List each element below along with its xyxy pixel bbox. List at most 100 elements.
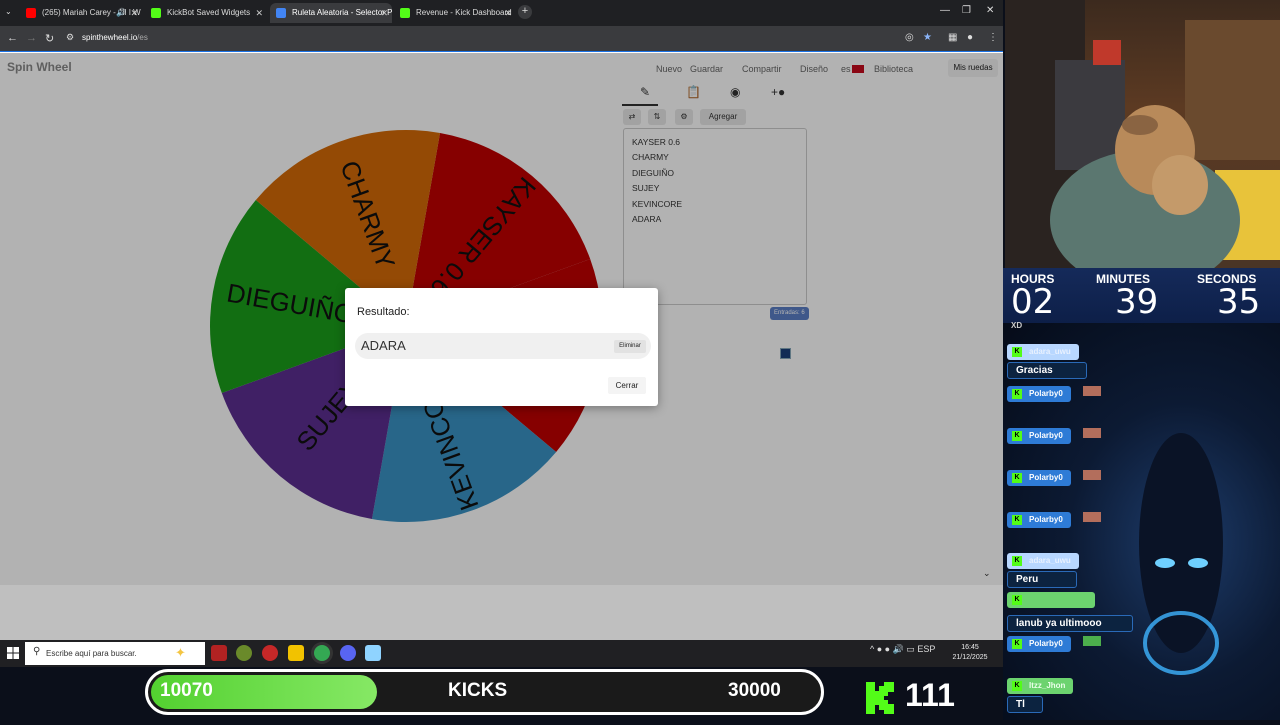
- browser-window: ⌄ (265) Mariah Carey - All I W 🔊 ✕ KickB…: [0, 0, 1003, 640]
- tab-title: Revenue - Kick Dashboard: [416, 8, 512, 17]
- url-field[interactable]: spinthewheel.io/es: [82, 33, 148, 42]
- eye-off-icon[interactable]: ◎: [905, 32, 914, 43]
- url-path: /es: [137, 33, 148, 42]
- kick-icon: K: [1012, 389, 1022, 399]
- chat-message: K Polarby0: [1007, 509, 1102, 528]
- tab-search-icon[interactable]: ⌄: [5, 7, 12, 16]
- windows-taskbar: ⚲ Escribe aquí para buscar. ✦ ^ ● ● 🔊 ▭ …: [0, 640, 1003, 667]
- address-bar: ← → ↻ ⚙ spinthewheel.io/es ◎ ★ ▦ ● ⋮: [0, 26, 1003, 52]
- forward-icon[interactable]: →: [26, 32, 37, 44]
- tab-youtube[interactable]: (265) Mariah Carey - All I W 🔊 ✕: [20, 3, 142, 23]
- chat-message: K Polarby0: [1007, 383, 1102, 402]
- restore-icon[interactable]: ❐: [962, 5, 971, 16]
- cerrar-button[interactable]: Cerrar: [608, 377, 646, 394]
- result-value: ADARA: [361, 338, 406, 353]
- emote-icon: [1083, 470, 1102, 480]
- kick-icon: [400, 8, 410, 18]
- star-icon[interactable]: ★: [923, 32, 932, 43]
- clock-time: 16:45: [961, 644, 979, 651]
- tab-title: Ruleta Aleatoria - Selector Pers: [292, 8, 392, 17]
- tab-kickbot[interactable]: KickBot Saved Widgets ✕: [145, 3, 267, 23]
- search-icon: ⚲: [33, 646, 41, 657]
- kick-icon: K: [1012, 347, 1022, 357]
- chat-text: Peru: [1007, 571, 1077, 588]
- kick-icon: K: [1012, 515, 1022, 525]
- kick-icon: K: [1012, 595, 1022, 605]
- close-window-icon[interactable]: ✕: [986, 5, 994, 16]
- kick-icon: K: [1012, 639, 1022, 649]
- chat-username[interactable]: K Polarby0: [1007, 470, 1071, 486]
- hours-value: 02: [1011, 282, 1055, 322]
- close-icon[interactable]: ✕: [380, 3, 388, 23]
- chat-message: K Polarby0: [1007, 425, 1102, 444]
- menu-icon[interactable]: ⋮: [988, 32, 998, 43]
- chat-message: K Polarby0: [1007, 467, 1102, 486]
- discord-icon[interactable]: [340, 645, 356, 661]
- kick-icon: K: [1012, 556, 1022, 566]
- new-tab-button[interactable]: +: [518, 5, 532, 19]
- username-text: Polarby0: [1029, 473, 1063, 482]
- site-info-icon[interactable]: ⚙: [66, 32, 74, 43]
- chat-text: Gracias: [1007, 362, 1087, 379]
- wheel-favicon-icon: [276, 8, 286, 18]
- eliminar-button[interactable]: Eliminar: [614, 340, 646, 353]
- obs-icon[interactable]: [262, 645, 278, 661]
- youtube-icon: [26, 8, 36, 18]
- dialog-title: Resultado:: [357, 306, 410, 318]
- countdown-timer: HOURS 02 MINUTES 39 SECONDS 35: [1003, 268, 1280, 323]
- kick-follower-count: 111: [905, 677, 955, 713]
- tab-kick-dashboard[interactable]: Revenue - Kick Dashboard ✕: [394, 3, 516, 23]
- url-host: spinthewheel.io: [82, 33, 138, 42]
- close-icon[interactable]: ✕: [504, 3, 512, 23]
- file-explorer-icon[interactable]: [288, 645, 304, 661]
- system-tray[interactable]: ^ ● ● 🔊 ▭ ESP: [870, 644, 935, 655]
- app-icon[interactable]: [211, 645, 227, 661]
- chat-message: K Itzz_Jhon Tl: [1007, 675, 1074, 713]
- app-icon[interactable]: [236, 645, 252, 661]
- taskbar-search-box[interactable]: ⚲ Escribe aquí para buscar. ✦: [25, 642, 205, 665]
- language-indicator[interactable]: ESP: [917, 644, 935, 654]
- minimize-icon[interactable]: —: [940, 5, 950, 16]
- chat-text: lanub ya ultimooo: [1007, 615, 1133, 632]
- kick-icon: K: [1012, 473, 1022, 483]
- chat-username[interactable]: K Polarby0: [1007, 428, 1071, 444]
- page-bottom-area: [0, 585, 1003, 640]
- close-icon[interactable]: ✕: [130, 3, 138, 23]
- result-row: ADARA Eliminar: [355, 333, 651, 359]
- minutes-value: 39: [1115, 282, 1159, 322]
- chat-username[interactable]: K Polarby0: [1007, 386, 1071, 402]
- profile-icon[interactable]: ●: [967, 32, 973, 43]
- chat-message: XD: [1007, 319, 1026, 330]
- chat-username[interactable]: K Polarby0: [1007, 636, 1071, 652]
- chat-text: XD: [1011, 321, 1023, 330]
- tab-ruleta[interactable]: Ruleta Aleatoria - Selector Pers ✕: [270, 3, 392, 23]
- username-text: Polarby0: [1029, 389, 1063, 398]
- chat-username[interactable]: Kadara_uwu: [1007, 344, 1079, 360]
- kicks-current: 10070: [160, 680, 213, 701]
- webcam-image: [1005, 0, 1280, 268]
- close-icon[interactable]: ✕: [255, 3, 263, 23]
- extensions-icon[interactable]: ▦: [948, 32, 957, 43]
- emote-icon: [1083, 512, 1102, 522]
- sparkle-icon: ✦: [175, 645, 186, 660]
- emote-icon: [1083, 636, 1102, 646]
- windows-start-icon[interactable]: [7, 647, 19, 659]
- tab-title: KickBot Saved Widgets: [167, 8, 251, 17]
- kicks-goal-bar: 10070 KICKS 30000: [145, 669, 824, 715]
- back-icon[interactable]: ←: [7, 32, 18, 44]
- chat-username[interactable]: K: [1007, 592, 1095, 608]
- username-text: adara_uwu: [1029, 347, 1071, 356]
- emote-icon: [1083, 428, 1102, 438]
- app-icon[interactable]: [365, 645, 381, 661]
- kick-icon: K: [1012, 431, 1022, 441]
- reload-icon[interactable]: ↻: [45, 32, 54, 45]
- chat-username[interactable]: Kadara_uwu: [1007, 553, 1079, 569]
- username-text: adara_uwu: [1029, 556, 1071, 565]
- speaker-icon[interactable]: 🔊: [116, 3, 126, 23]
- kicks-goal: 30000: [728, 680, 781, 701]
- chat-username[interactable]: K Itzz_Jhon: [1007, 678, 1074, 694]
- chrome-icon[interactable]: [314, 645, 330, 661]
- clock[interactable]: 16:45 21/12/2025: [950, 643, 990, 663]
- chat-username[interactable]: K Polarby0: [1007, 512, 1071, 528]
- kick-icon: K: [1012, 681, 1022, 691]
